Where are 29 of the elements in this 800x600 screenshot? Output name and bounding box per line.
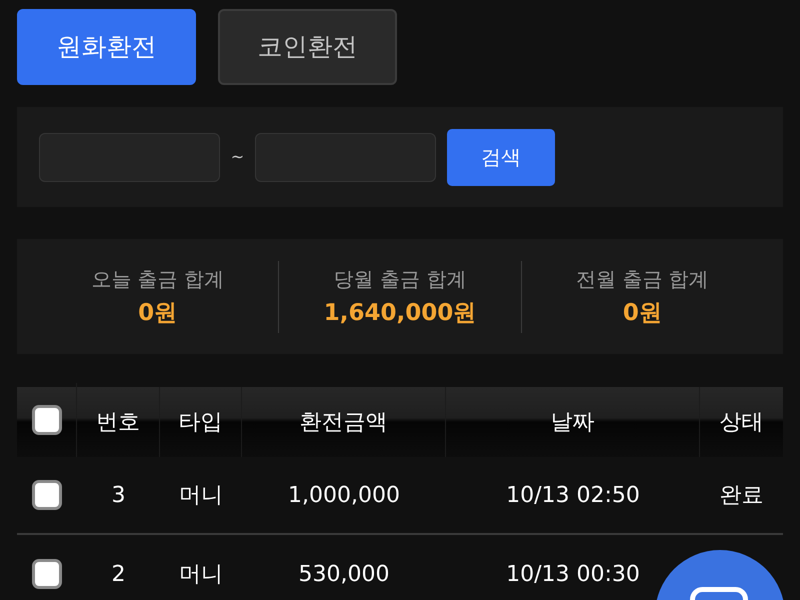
column-header: 날짜	[550, 408, 594, 436]
table-cell-text: 3	[112, 482, 126, 510]
date-from-field[interactable]	[39, 132, 220, 182]
checkbox[interactable]	[32, 559, 62, 589]
table-cell-text: 1,000,000	[288, 482, 400, 510]
tab[interactable]: 원화환전	[17, 9, 196, 85]
table-cell-text: 머니	[179, 482, 223, 510]
summary-label: 전월 출금 합계	[576, 266, 709, 292]
summary-value: 0원	[622, 298, 662, 328]
column-header: 타입	[178, 408, 222, 436]
search-button[interactable]: 검색	[447, 128, 555, 186]
summary-label: 당월 출금 합계	[334, 266, 466, 292]
table-cell-text: 530,000	[298, 560, 390, 588]
column-header: 상태	[720, 408, 764, 436]
summary-value: 1,640,000원	[324, 298, 476, 328]
tab[interactable]: 코인환전	[218, 9, 397, 85]
table-cell-text: 머니	[179, 560, 223, 588]
column-header: 환전금액	[300, 408, 388, 436]
range-separator: ~	[230, 146, 246, 168]
column-header: 번호	[96, 408, 140, 436]
date-to-field[interactable]	[255, 132, 436, 182]
checkbox[interactable]	[32, 405, 62, 435]
summary-label: 오늘 출금 합계	[91, 266, 224, 292]
table-cell-text: 2	[112, 560, 126, 588]
table-cell-text: 10/13 02:50	[506, 482, 640, 510]
summary-value: 0원	[138, 298, 178, 328]
checkbox[interactable]	[32, 480, 62, 510]
table-cell-text: 10/13 00:30	[506, 560, 640, 588]
table-cell-text: 완료	[720, 482, 764, 510]
